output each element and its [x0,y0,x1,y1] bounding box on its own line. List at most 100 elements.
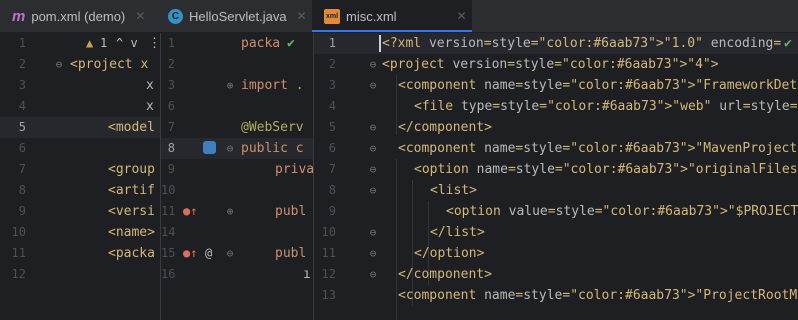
code-line: <option name=style="color:#6aab73">"orig… [414,162,798,177]
line-number: 6 [18,141,26,155]
code-line: <project x [70,57,149,72]
code-line: <component name=style="color:#6aab73">"M… [398,141,798,156]
xml-file-icon: xml [324,8,340,24]
more-icon[interactable]: ⋮ [148,33,160,54]
line-number: 9 [167,162,175,176]
fold-icon[interactable]: ⊕ [223,201,237,222]
line-number: 12 [321,267,336,281]
code-line: <list> [430,183,477,198]
text-caret [379,35,381,52]
code-line: </option> [414,246,485,261]
line-number: 10 [321,225,336,239]
code-line: <file type=style="color:#6aab73">"web" u… [414,99,798,114]
warning-icon[interactable]: ▲ [86,33,93,54]
fold-icon[interactable]: ⊖ [366,264,380,285]
line-number: 3 [167,78,175,92]
line-number: 6 [167,99,175,113]
line-number: 16 [161,267,176,281]
check-icon: ✔ [287,36,295,51]
code-line: </component> [398,267,492,282]
line-number: 13 [321,288,336,302]
line-number: 2 [18,57,26,71]
tab-label: pom.xml (demo) [31,8,126,24]
code-line: x [146,78,154,93]
tab-pom-xml[interactable]: m pom.xml (demo) ✕ [0,0,156,32]
editor-pane-hello-servlet[interactable]: 1 packa ✔ 2 3 ⊕ import . 6 7 @WebServ 8 ⊖ publi… [161,33,314,320]
code-line: <name> [108,225,155,240]
maven-icon: m [12,7,26,25]
warning-count: 1 [100,36,108,50]
override-icon[interactable]: ●↑ [183,243,197,264]
line-number: 9 [328,204,336,218]
line-number: 15 [161,246,176,260]
fold-icon[interactable]: ⊖ [366,75,380,96]
code-line: public c [241,141,304,156]
line-number: 8 [328,183,336,197]
code-line: <packa [108,246,155,261]
line-number: 8 [167,141,175,155]
text-cursor-icon: ı [303,267,311,282]
code-line: <versi [108,204,155,219]
line-number: 1 [167,36,175,50]
code-line: <artif [108,183,155,198]
check-icon: ✔ [784,36,792,51]
editor-pane-misc-xml[interactable]: 1 <?xml version=style="color:#6aab73">"1.… [314,33,798,320]
fold-icon[interactable]: ⊖ [52,54,66,75]
code-line: packa [241,36,281,51]
code-line: <project version=style="color:#6aab73">"… [382,57,719,72]
fold-icon[interactable]: ⊖ [366,54,380,75]
close-icon[interactable]: ✕ [297,9,307,23]
nav-arrows-icon[interactable]: ^ v [116,33,138,54]
code-line: x [146,99,154,114]
code-line: <group [108,162,155,177]
fold-icon[interactable]: ⊖ [223,243,237,264]
java-class-icon: C [168,8,183,24]
line-number: 4 [18,99,26,113]
line-number: 10 [11,225,26,239]
close-icon[interactable]: ✕ [457,9,467,23]
tab-label: HelloServlet.java [189,8,287,24]
code-line: <component name=style="color:#6aab73">"P… [398,288,798,303]
servlet-mapping-icon[interactable] [203,141,216,154]
line-number: 1 [328,36,336,50]
fold-icon[interactable]: ⊖ [366,222,380,243]
code-line: <model [108,120,155,135]
line-number: 9 [18,204,26,218]
fold-icon[interactable]: ⊕ [223,75,237,96]
line-number: 3 [328,78,336,92]
fold-icon[interactable]: ⊖ [366,138,380,159]
code-line: priva [275,162,313,177]
fold-icon[interactable]: ⊖ [366,117,380,138]
line-number: 6 [328,141,336,155]
override-icon[interactable]: ●↑ [183,201,197,222]
line-number: 11 [161,204,176,218]
tab-misc-xml[interactable]: xml misc.xml ✕ [312,0,472,32]
fold-icon[interactable]: ⊖ [366,180,380,201]
line-number: 3 [18,78,26,92]
line-number: 7 [18,162,26,176]
code-line: <option value=style="color:#6aab73">"$PR… [446,204,798,219]
line-number: 5 [328,120,336,134]
fold-icon[interactable]: ⊖ [366,243,380,264]
tab-hello-servlet[interactable]: C HelloServlet.java ✕ [156,0,312,32]
line-number: 2 [328,57,336,71]
fold-icon[interactable]: ⊖ [366,159,380,180]
code-line: import . [241,78,304,93]
line-number: 14 [161,225,176,239]
code-line: @WebServ [241,120,304,135]
line-number: 4 [328,99,336,113]
annotation-icon: @ [205,246,213,260]
tab-label: misc.xml [346,8,397,24]
line-number: 11 [321,246,336,260]
fold-icon[interactable]: ⊖ [223,138,237,159]
editor-tab-bar: m pom.xml (demo) ✕ C HelloServlet.java ✕… [0,0,798,33]
line-number: 12 [11,267,26,281]
code-line: </component> [398,120,492,135]
editor-pane-pom-xml[interactable]: 1 ▲ 1 ^ v ⋮ 2 ⊖ <project x 3 x 4 x 5 <model 6… [0,33,161,320]
line-number: 1 [18,36,26,50]
line-number: 10 [161,183,176,197]
code-line: </list> [430,225,485,240]
close-icon[interactable]: ✕ [135,9,145,23]
code-line: <component name=style="color:#6aab73">"F… [398,78,798,93]
line-number: 7 [328,162,336,176]
